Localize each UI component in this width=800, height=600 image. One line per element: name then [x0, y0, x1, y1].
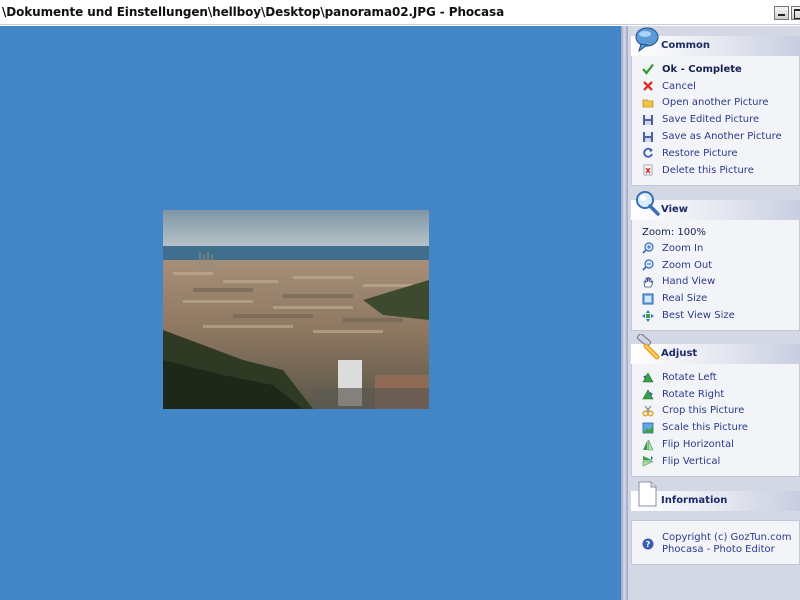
help-circle-icon: ?	[642, 538, 654, 550]
best-fit-icon	[642, 309, 654, 322]
zoom-level-text: Zoom: 100%	[642, 227, 706, 238]
rotate-right-icon	[642, 388, 654, 400]
best-view-size-button[interactable]: Best View Size	[642, 307, 799, 324]
hand-view-button[interactable]: Hand View	[642, 274, 799, 291]
flip-horizontal-button[interactable]: Flip Horizontal	[642, 436, 799, 453]
delete-page-icon	[642, 164, 654, 176]
red-x-icon	[642, 80, 654, 92]
rotate-right-button[interactable]: Rotate Right	[642, 386, 799, 403]
real-size-button[interactable]: Real Size	[642, 290, 799, 307]
zoom-out-icon	[642, 259, 654, 271]
floppy-disk-icon	[642, 114, 654, 126]
title-bar: \Dokumente und Einstellungen\hellboy\Des…	[0, 0, 800, 25]
zoom-out-button[interactable]: Zoom Out	[642, 257, 799, 274]
open-another-picture-button[interactable]: Open another Picture	[642, 95, 799, 112]
adjust-panel-title: Adjust	[661, 348, 698, 359]
flip-vertical-icon	[642, 455, 654, 467]
information-panel: Information ? Copyright (c) GozTun.com P…	[631, 481, 800, 565]
view-panel-body: Zoom: 100% Zoom In Zoom Out Hand View Re…	[631, 220, 800, 331]
scale-this-picture-button[interactable]: Scale this Picture	[642, 419, 799, 436]
flip-horizontal-icon	[642, 439, 654, 451]
sidebar: Common Ok - Complete Cancel Open another…	[628, 26, 800, 600]
real-size-icon	[642, 293, 654, 305]
save-as-another-picture-button[interactable]: Save as Another Picture	[642, 128, 799, 145]
zoom-in-icon	[642, 242, 654, 255]
save-edited-picture-button[interactable]: Save Edited Picture	[642, 111, 799, 128]
view-panel-title: View	[661, 204, 689, 215]
zoom-in-button[interactable]: Zoom In	[642, 240, 799, 257]
common-panel-header[interactable]: Common	[631, 27, 800, 56]
information-panel-body: ? Copyright (c) GozTun.com Phocasa - Pho…	[631, 520, 800, 565]
scale-icon	[642, 422, 654, 434]
ok-complete-button[interactable]: Ok - Complete	[642, 61, 799, 78]
magnifier-icon	[636, 191, 660, 216]
copyright-text: ? Copyright (c) GozTun.com Phocasa - Pho…	[642, 526, 799, 558]
flip-vertical-button[interactable]: Flip Vertical	[642, 453, 799, 470]
svg-text:?: ?	[646, 540, 651, 549]
minimize-button[interactable]	[774, 6, 789, 20]
crop-icon	[642, 405, 654, 417]
information-panel-header[interactable]: Information	[631, 481, 800, 511]
image-canvas[interactable]	[0, 26, 621, 600]
adjust-panel-body: Rotate Left Rotate Right Crop this Pictu…	[631, 364, 800, 477]
view-panel: View Zoom: 100% Zoom In Zoom Out Hand Vi…	[631, 190, 800, 331]
folder-open-icon	[642, 97, 654, 109]
restore-picture-button[interactable]: Restore Picture	[642, 145, 799, 162]
view-panel-header[interactable]: View	[631, 191, 800, 220]
maximize-button[interactable]	[791, 6, 800, 20]
adjust-tools-icon	[637, 334, 660, 360]
restore-arrow-icon	[642, 147, 654, 159]
splitter[interactable]	[621, 26, 628, 600]
hand-icon	[642, 276, 654, 288]
information-panel-title: Information	[661, 495, 728, 506]
rotate-left-button[interactable]: Rotate Left	[642, 369, 799, 386]
speech-bubble-icon	[635, 27, 659, 52]
crop-this-picture-button[interactable]: Crop this Picture	[642, 403, 799, 420]
floppy-disk-icon	[642, 131, 654, 143]
common-panel: Common Ok - Complete Cancel Open another…	[631, 26, 800, 186]
rotate-left-icon	[642, 371, 654, 383]
adjust-panel: Adjust Rotate Left Rotate Right Crop thi…	[631, 334, 800, 477]
window-title: \Dokumente und Einstellungen\hellboy\Des…	[2, 5, 505, 19]
document-icon	[638, 481, 657, 507]
common-panel-body: Ok - Complete Cancel Open another Pictur…	[631, 56, 800, 186]
checkmark-icon	[642, 63, 654, 76]
photo-preview[interactable]	[163, 210, 429, 409]
common-panel-title: Common	[661, 40, 711, 51]
delete-this-picture-button[interactable]: Delete this Picture	[642, 162, 799, 179]
cancel-button[interactable]: Cancel	[642, 78, 799, 95]
adjust-panel-header[interactable]: Adjust	[631, 334, 800, 364]
panorama-photo	[163, 210, 429, 409]
